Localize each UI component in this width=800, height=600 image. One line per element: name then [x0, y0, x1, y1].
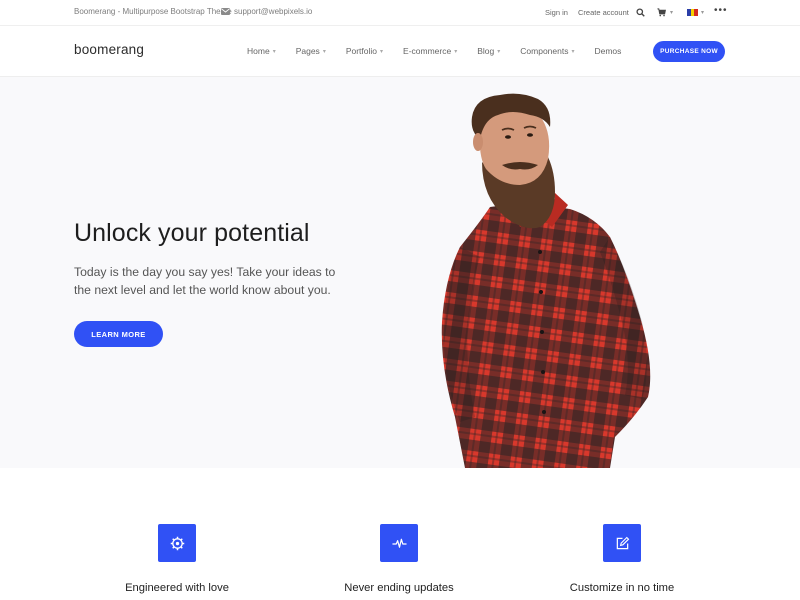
nav-label: Pages	[295, 46, 320, 56]
search-icon[interactable]	[636, 8, 645, 17]
signin-link[interactable]: Sign in	[545, 8, 568, 17]
nav-item-portfolio[interactable]: Portfolio ▾	[346, 46, 383, 56]
top-bar: Boomerang - Multipurpose Bootstrap Theme…	[0, 0, 800, 26]
nav-item-home[interactable]: Home ▾	[247, 46, 276, 56]
envelope-icon	[221, 8, 230, 15]
nav-label: Components	[520, 46, 569, 56]
nav-label: Demos	[594, 46, 622, 56]
chevron-down-icon: ▾	[454, 48, 458, 55]
nav-item-demos[interactable]: Demos	[594, 46, 621, 56]
hero-section: Unlock your potential Today is the day y…	[0, 77, 800, 468]
feature-icon-box	[603, 524, 641, 562]
gear-icon	[170, 536, 184, 550]
feature-title: Customize in no time	[569, 582, 675, 594]
more-options-icon[interactable]: •••	[714, 5, 728, 16]
chevron-down-icon: ▾	[571, 48, 575, 55]
nav-item-components[interactable]: Components ▾	[520, 46, 574, 56]
nav-item-pages[interactable]: Pages ▾	[296, 46, 326, 56]
main-header: boomerang Home ▾ Pages ▾ Portfolio ▾ E-comm…	[0, 27, 800, 77]
learn-more-button[interactable]: LEARN MORE	[74, 321, 163, 347]
hero-title: Unlock your potential	[74, 219, 310, 247]
language-dropdown-chevron-icon[interactable]: ▾	[701, 9, 704, 16]
chevron-down-icon: ▾	[272, 48, 276, 55]
cart-icon[interactable]	[657, 8, 666, 17]
create-account-link[interactable]: Create account	[578, 8, 629, 17]
chevron-down-icon: ▾	[380, 48, 384, 55]
cart-dropdown-chevron-icon[interactable]: ▾	[670, 9, 673, 16]
feature-icon-box	[158, 524, 196, 562]
nav-label: Home	[247, 46, 270, 56]
purchase-now-button[interactable]: PURCHASE NOW	[653, 41, 725, 62]
nav-item-ecommerce[interactable]: E-commerce ▾	[403, 46, 457, 56]
nav-label: Blog	[477, 46, 495, 56]
hero-description: Today is the day you say yes! Take your …	[74, 265, 336, 297]
main-nav: Home ▾ Pages ▾ Portfolio ▾ E-commerce ▾ Blog…	[247, 46, 621, 56]
feature-updates: Never ending updates	[309, 524, 489, 594]
language-flag-icon[interactable]	[687, 9, 699, 16]
site-tagline: Boomerang - Multipurpose Bootstrap Theme	[74, 7, 232, 16]
feature-engineered: Engineered with love	[87, 524, 267, 594]
nav-label: E-commerce	[403, 46, 452, 56]
support-email-link[interactable]: support@webpixels.io	[221, 7, 312, 16]
nav-label: Portfolio	[345, 46, 378, 56]
chevron-down-icon: ▾	[322, 48, 326, 55]
feature-title: Engineered with love	[125, 582, 229, 594]
support-email: support@webpixels.io	[234, 7, 313, 16]
bearded-man-plaid-shirt-image	[441, 93, 651, 468]
chevron-down-icon: ▾	[497, 48, 501, 55]
edit-icon	[616, 536, 629, 549]
nav-item-blog[interactable]: Blog ▾	[477, 46, 500, 56]
brand-logo[interactable]: boomerang	[74, 42, 144, 57]
feature-title: Never ending updates	[344, 582, 454, 594]
pulse-icon	[391, 538, 407, 548]
feature-icon-box	[380, 524, 418, 562]
feature-customize: Customize in no time	[532, 524, 712, 594]
